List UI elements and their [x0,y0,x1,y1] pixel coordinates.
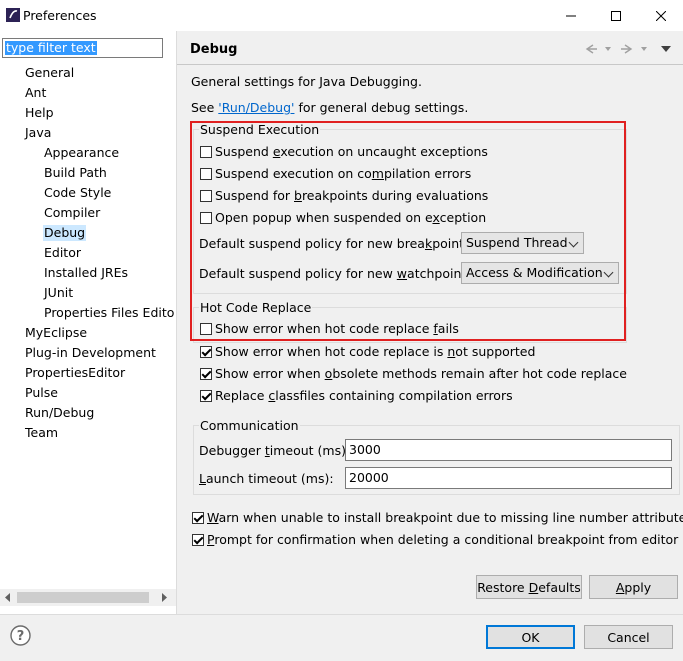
tree-item[interactable]: Appearance [44,145,119,161]
header-separator [177,64,683,65]
tree-item[interactable]: General [25,65,74,81]
close-button[interactable] [638,0,683,31]
warn-breakpoint-label: Warn when unable to install breakpoint d… [207,510,683,525]
tree-item[interactable]: Installed JREs [44,265,128,281]
scroll-left-icon[interactable] [4,593,12,602]
hcr-obsolete-label: Show error when obsolete methods remain … [215,366,627,381]
hcr-not-supported-checkbox[interactable] [200,346,212,358]
see-text: See 'Run/Debug' for general debug settin… [191,100,468,115]
filter-input[interactable]: type filter text [2,38,163,58]
page-header: Debug [177,31,683,63]
restore-defaults-label: Restore Defaults [477,579,581,595]
bottom-separator [0,614,683,615]
debugger-timeout-label: Debugger timeout (ms): [199,443,351,458]
tree-item[interactable]: PropertiesEditor [25,365,125,381]
svg-text:?: ? [17,629,25,644]
ok-button[interactable]: OK [486,625,575,649]
hcr-replace-classfiles-label: Replace classfiles containing compilatio… [215,388,513,403]
title-bar[interactable]: Preferences [0,0,683,31]
maximize-button[interactable] [593,0,638,31]
highlight-box [190,121,626,341]
tree-item[interactable]: Build Path [44,165,107,181]
apply-button[interactable]: Apply [589,575,678,599]
tree-item[interactable]: Plug-in Development [25,345,156,361]
prompt-delete-label: Prompt for confirmation when deleting a … [207,532,679,547]
tree-item[interactable]: Team [25,425,58,441]
preferences-tree-pane: type filter text General Ant Help Java Appea… [0,31,177,614]
filter-text: type filter text [5,40,97,55]
forward-icon[interactable] [619,43,649,55]
see-suffix: for general debug settings. [294,100,469,115]
run-debug-link[interactable]: 'Run/Debug' [218,100,294,115]
eclipse-icon [6,8,20,22]
launch-timeout-input[interactable]: 20000 [345,467,672,489]
back-icon[interactable] [581,43,611,55]
communication-group-title: Communication [199,418,300,433]
tree-item[interactable]: Compiler [44,205,100,221]
apply-label: Apply [615,579,652,595]
cancel-button[interactable]: Cancel [584,625,673,649]
tree-item[interactable]: Ant [25,85,46,101]
hcr-not-supported-label: Show error when hot code replace is not … [215,344,536,359]
tree-item[interactable]: Pulse [25,385,58,401]
view-menu-icon[interactable] [661,45,671,53]
tree-item[interactable]: MyEclipse [25,325,87,341]
tree-item[interactable]: Editor [44,245,81,261]
restore-defaults-button[interactable]: Restore Defaults [476,575,582,599]
minimize-icon [565,15,576,16]
help-icon[interactable]: ? [10,625,31,646]
debugger-timeout-input[interactable]: 3000 [345,439,672,461]
minimize-button[interactable] [548,0,593,31]
tree-item[interactable]: Debug [43,225,87,241]
see-prefix: See [191,100,219,115]
scroll-right-icon[interactable] [160,593,168,602]
scrollbar-thumb[interactable] [17,592,149,603]
window-title: Preferences [23,8,97,23]
maximize-icon [610,10,621,21]
prompt-delete-checkbox[interactable] [192,534,204,546]
launch-timeout-label: Launch timeout (ms): [199,471,334,486]
tree-item[interactable]: Run/Debug [25,405,94,421]
tree-item[interactable]: Java [25,125,51,141]
hcr-obsolete-checkbox[interactable] [200,368,212,380]
page-title: Debug [190,42,238,57]
close-icon [655,10,666,21]
warn-breakpoint-checkbox[interactable] [192,512,204,524]
intro-text: General settings for Java Debugging. [191,74,422,89]
hcr-replace-classfiles-checkbox[interactable] [200,390,212,402]
tree-item[interactable]: Properties Files Edito [44,305,174,321]
tree-item[interactable]: Help [25,105,54,121]
horizontal-scrollbar[interactable] [0,589,176,606]
tree-item[interactable]: Code Style [44,185,111,201]
tree-item[interactable]: JUnit [44,285,73,301]
